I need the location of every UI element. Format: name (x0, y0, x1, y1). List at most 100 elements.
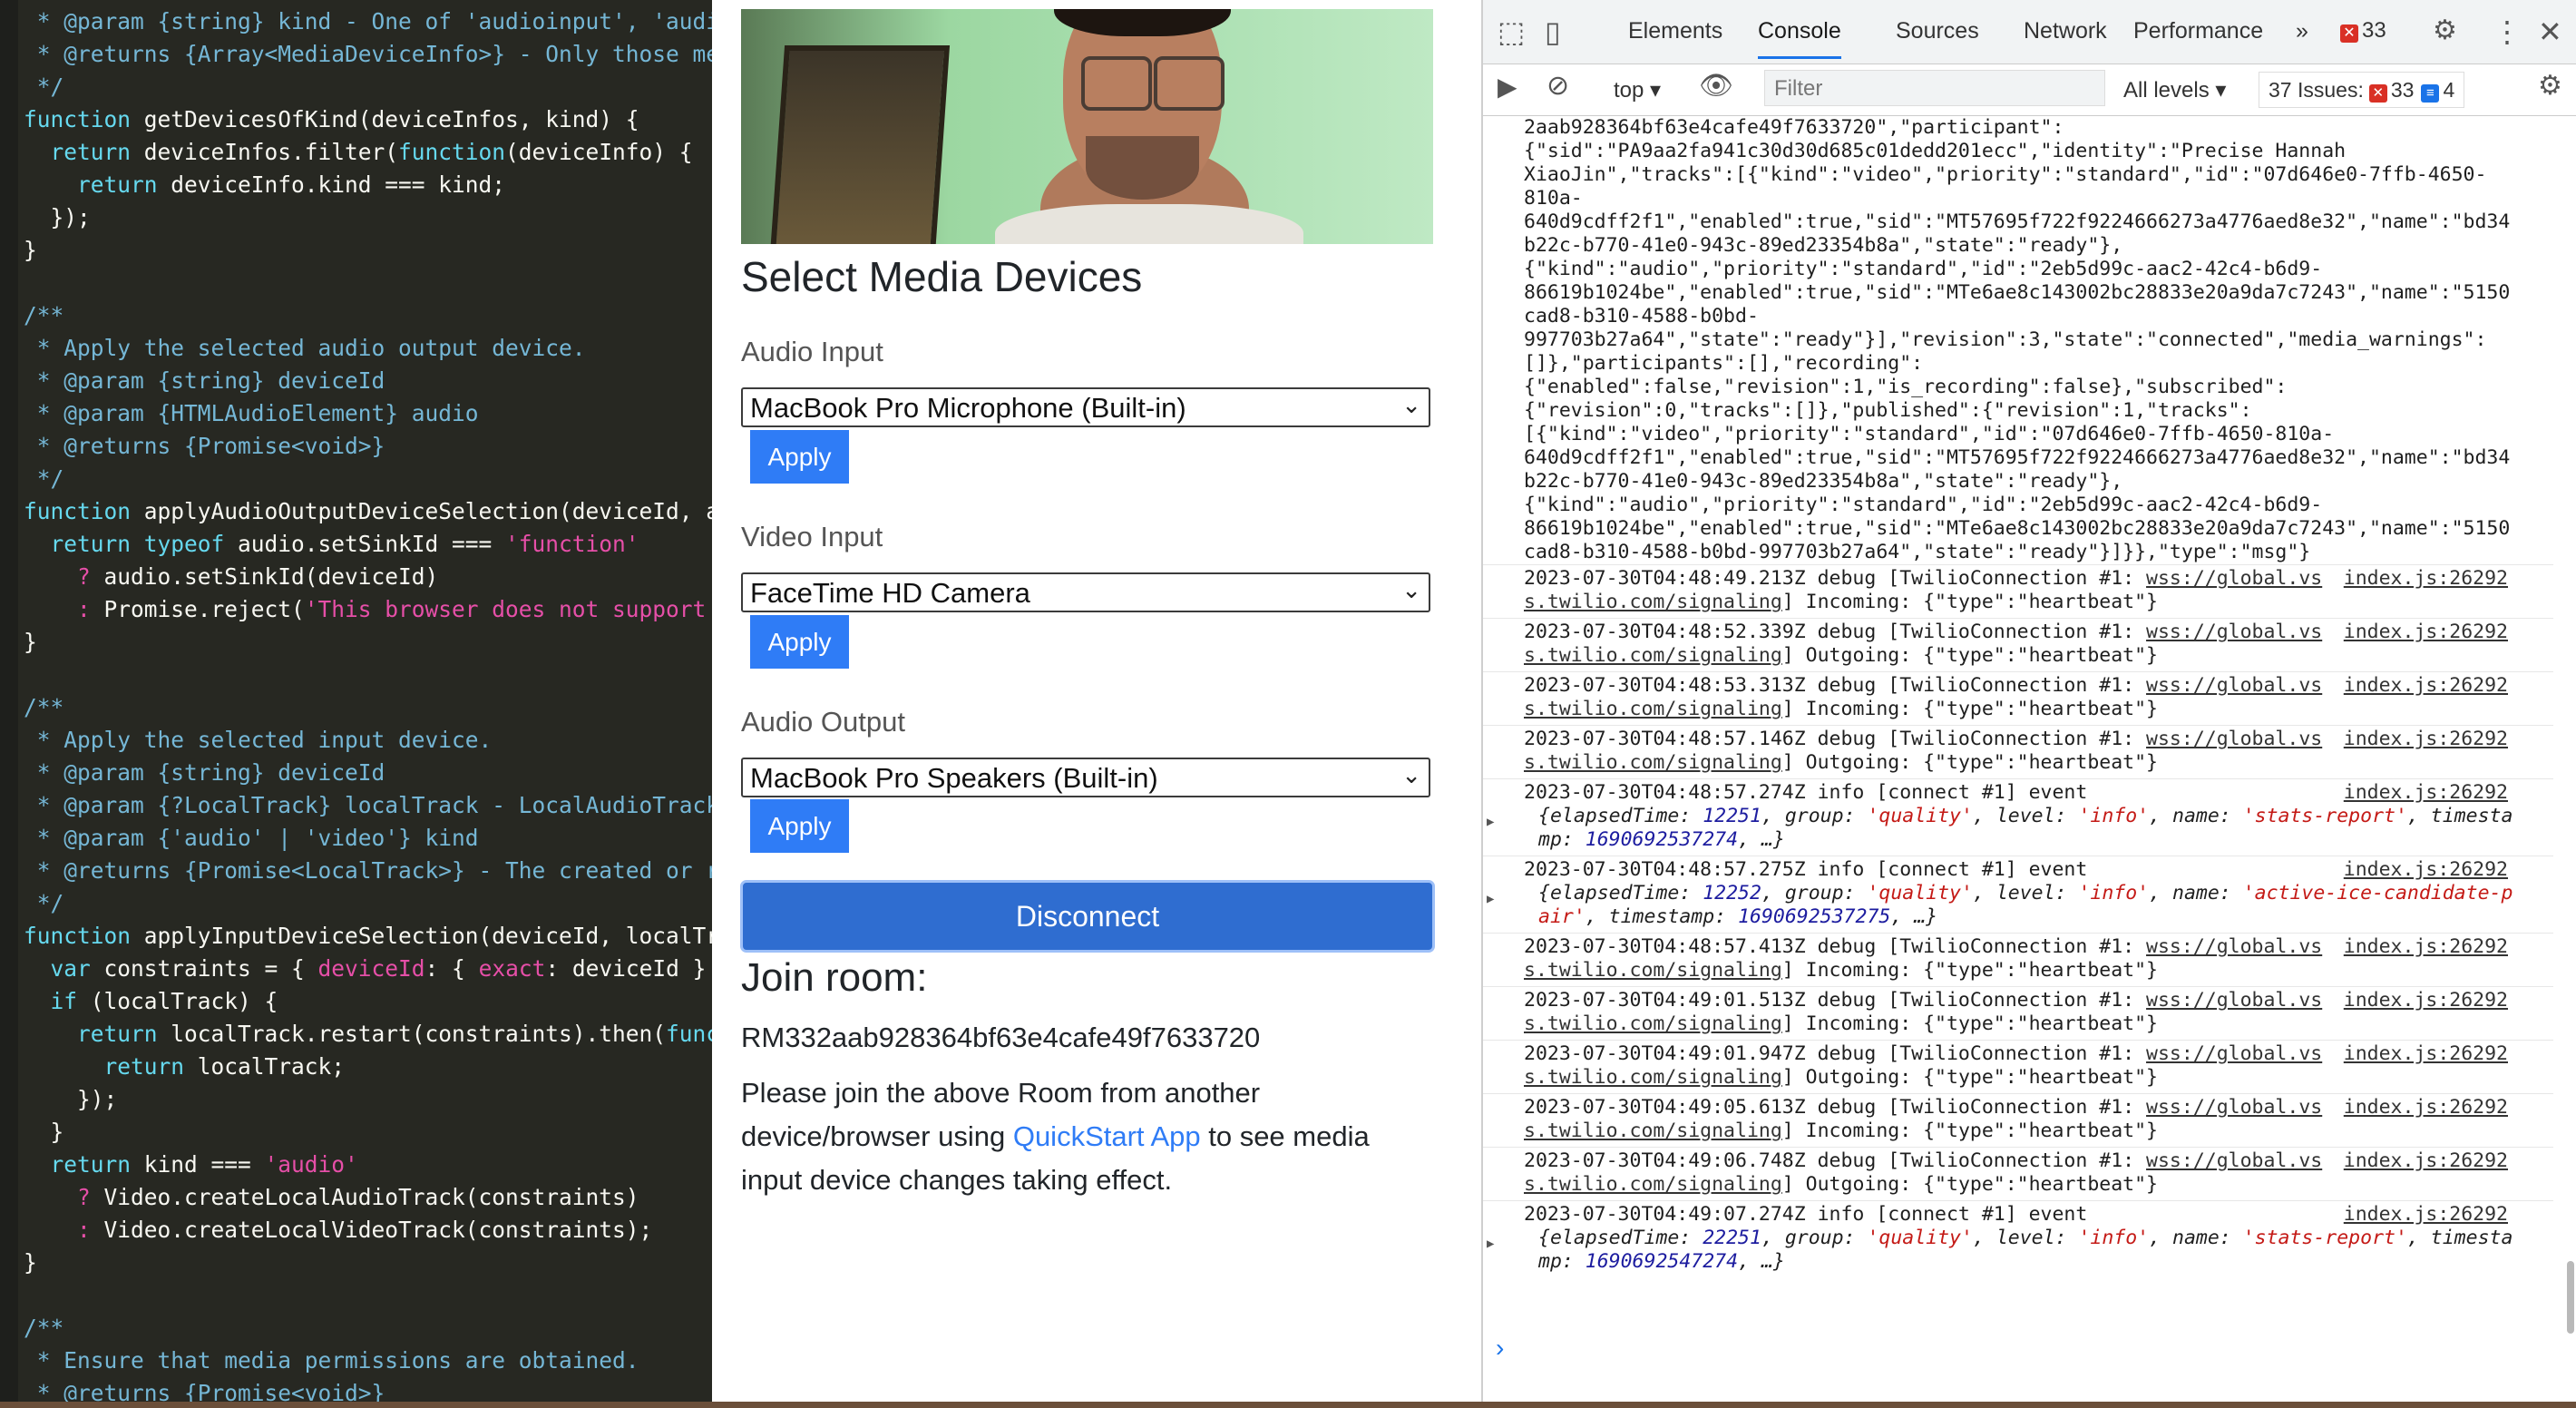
source-link[interactable]: index.js:26292 (2344, 781, 2508, 805)
code-token: * Ensure that media permissions are obta… (24, 1347, 639, 1374)
code-token: (deviceInfo) { (505, 139, 693, 165)
video-input-select[interactable]: FaceTime HD Camera ⌄ (741, 572, 1430, 612)
apply-audio-input-button[interactable]: Apply (750, 430, 849, 484)
code-line: return localTrack; (24, 1051, 712, 1083)
code-line: return deviceInfo.kind === kind; (24, 169, 712, 201)
apply-audio-output-button[interactable]: Apply (750, 799, 849, 853)
code-line: : Video.createLocalVideoTrack(constraint… (24, 1214, 712, 1247)
code-line: if (localTrack) { (24, 985, 712, 1018)
apply-video-input-button[interactable]: Apply (750, 615, 849, 669)
close-icon[interactable]: ✕ (2538, 15, 2562, 49)
context-select[interactable]: top ▾ (1614, 77, 1661, 103)
source-link[interactable]: index.js:26292 (2344, 1096, 2508, 1120)
disconnect-button[interactable]: Disconnect (740, 880, 1435, 953)
quickstart-app-link[interactable]: QuickStart App (1013, 1120, 1201, 1152)
websocket-url-link[interactable]: s.twilio.com/signaling (1524, 1173, 1782, 1196)
websocket-url-link[interactable]: wss://global.vs (2146, 674, 2322, 697)
websocket-url-link[interactable]: wss://global.vs (2146, 1042, 2322, 1065)
websocket-url-link[interactable]: wss://global.vs (2146, 621, 2322, 643)
websocket-url-link[interactable]: wss://global.vs (2146, 1096, 2322, 1119)
code-line: * @param {string} deviceId (24, 365, 712, 397)
websocket-url-link[interactable]: s.twilio.com/signaling (1524, 698, 1782, 720)
websocket-url-link[interactable]: s.twilio.com/signaling (1524, 1066, 1782, 1089)
expand-triangle-icon[interactable]: ▶ (1487, 810, 1494, 834)
message-text: 2023-07-30T04:48:52.339Z debug [TwilioCo… (1524, 621, 2147, 643)
video-input-value: FaceTime HD Camera (750, 577, 1030, 609)
tab-network[interactable]: Network (2024, 18, 2107, 44)
console-output[interactable]: 2aab928364bf63e4cafe49f7633720","partici… (1483, 116, 2553, 1408)
audio-input-select[interactable]: MacBook Pro Microphone (Built-in) ⌄ (741, 387, 1430, 427)
source-link[interactable]: index.js:26292 (2344, 1042, 2508, 1066)
websocket-url-link[interactable]: s.twilio.com/signaling (1524, 1120, 1782, 1142)
console-settings-gear-icon[interactable]: ⚙ (2538, 70, 2562, 102)
source-link[interactable]: index.js:26292 (2344, 728, 2508, 751)
more-tabs-button[interactable]: » (2296, 18, 2308, 44)
code-token: } (24, 237, 37, 263)
error-count-badge[interactable]: ✕ 33 (2340, 18, 2386, 44)
code-line: */ (24, 887, 712, 920)
websocket-url-link[interactable]: wss://global.vs (2146, 728, 2322, 750)
object-token: mp: (1538, 828, 1586, 851)
console-toolbar: ▶ ⊘ top ▾ 👁 Filter All levels ▾ 37 Issue… (1483, 64, 2576, 116)
audio-output-select[interactable]: MacBook Pro Speakers (Built-in) ⌄ (741, 758, 1430, 797)
object-preview[interactable]: {elapsedTime: 22251, group: 'quality', l… (1524, 1227, 2553, 1250)
source-link[interactable]: index.js:26292 (2344, 621, 2508, 644)
source-link[interactable]: index.js:26292 (2344, 567, 2508, 591)
code-token: /** (24, 694, 64, 720)
websocket-url-link[interactable]: wss://global.vs (2146, 567, 2322, 590)
message-text: ] Outgoing: {"type":"heartbeat"} (1781, 644, 2158, 667)
code-token: */ (24, 465, 64, 492)
message-text: ] Incoming: {"type":"heartbeat"} (1781, 1012, 2158, 1035)
inspect-element-icon[interactable]: ⬚ (1498, 15, 1525, 49)
message-text: 2023-07-30T04:49:05.613Z debug [TwilioCo… (1524, 1096, 2147, 1119)
json-line: 2aab928364bf63e4cafe49f7633720","partici… (1524, 116, 2064, 139)
local-video-preview (741, 9, 1433, 244)
code-token: * @param {string} deviceId (24, 367, 385, 394)
code-line: }); (24, 201, 712, 234)
expand-triangle-icon[interactable]: ▶ (1487, 887, 1494, 911)
tab-performance[interactable]: Performance (2133, 18, 2263, 44)
source-link[interactable]: index.js:26292 (2344, 1203, 2508, 1227)
websocket-url-link[interactable]: s.twilio.com/signaling (1524, 959, 1782, 982)
code-token: constraints = { (103, 955, 318, 982)
live-expression-eye-icon[interactable]: 👁 (1699, 70, 1733, 102)
websocket-url-link[interactable]: wss://global.vs (2146, 989, 2322, 1012)
object-token: , …} (1738, 828, 1785, 851)
source-link[interactable]: index.js:26292 (2344, 935, 2508, 959)
websocket-url-link[interactable]: s.twilio.com/signaling (1524, 751, 1782, 774)
websocket-url-link[interactable]: wss://global.vs (2146, 1149, 2322, 1172)
source-link[interactable]: index.js:26292 (2344, 858, 2508, 882)
device-toolbar-icon[interactable]: ▯ (1545, 15, 1561, 49)
websocket-url-link[interactable]: s.twilio.com/signaling (1524, 591, 1782, 613)
audio-input-label: Audio Input (741, 336, 883, 367)
code-token: deviceInfo.kind === kind; (171, 171, 506, 198)
settings-gear-icon[interactable]: ⚙ (2433, 15, 2457, 46)
websocket-url-link[interactable]: wss://global.vs (2146, 935, 2322, 958)
tab-console[interactable]: Console (1758, 18, 1841, 59)
source-link[interactable]: index.js:26292 (2344, 674, 2508, 698)
error-icon: ✕ (2340, 24, 2358, 43)
tab-elements[interactable]: Elements (1628, 18, 1722, 44)
sidebar-toggle-icon[interactable]: ▶ (1498, 72, 1517, 102)
log-levels-dropdown[interactable]: All levels ▾ (2123, 77, 2226, 103)
issues-button[interactable]: 37 Issues: ✕ 33 ≡ 4 (2259, 72, 2465, 108)
clear-console-icon[interactable]: ⊘ (1547, 70, 1569, 102)
source-link[interactable]: index.js:26292 (2344, 1149, 2508, 1173)
websocket-url-link[interactable]: s.twilio.com/signaling (1524, 1012, 1782, 1035)
more-options-icon[interactable]: ⋮ (2493, 15, 2522, 49)
source-link[interactable]: index.js:26292 (2344, 989, 2508, 1012)
tab-sources[interactable]: Sources (1896, 18, 1979, 44)
console-prompt[interactable]: › (1496, 1334, 1504, 1363)
object-preview[interactable]: {elapsedTime: 12252, group: 'quality', l… (1524, 882, 2553, 905)
websocket-url-link[interactable]: s.twilio.com/signaling (1524, 644, 1782, 667)
object-preview[interactable]: {elapsedTime: 12251, group: 'quality', l… (1524, 805, 2553, 828)
console-filter-input[interactable]: Filter (1764, 70, 2105, 106)
message-text: 2023-07-30T04:48:49.213Z debug [TwilioCo… (1524, 567, 2147, 590)
page-title: Select Media Devices (741, 253, 1143, 300)
code-token: 'This browser does not support (304, 596, 707, 622)
code-editor[interactable]: * @param {string} kind - One of 'audioin… (0, 0, 712, 1408)
expand-triangle-icon[interactable]: ▶ (1487, 1232, 1494, 1256)
console-scrollbar[interactable] (2567, 1261, 2574, 1334)
code-line: */ (24, 71, 712, 103)
